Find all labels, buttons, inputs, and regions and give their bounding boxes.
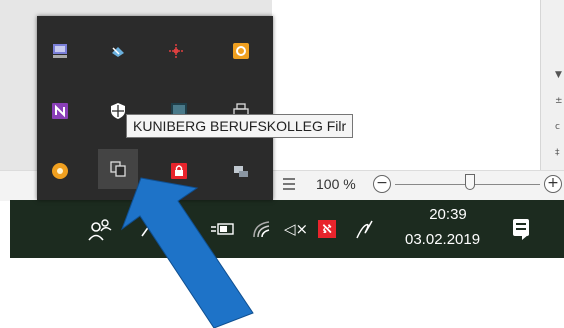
pointer-arrow-annotation [120,177,254,328]
